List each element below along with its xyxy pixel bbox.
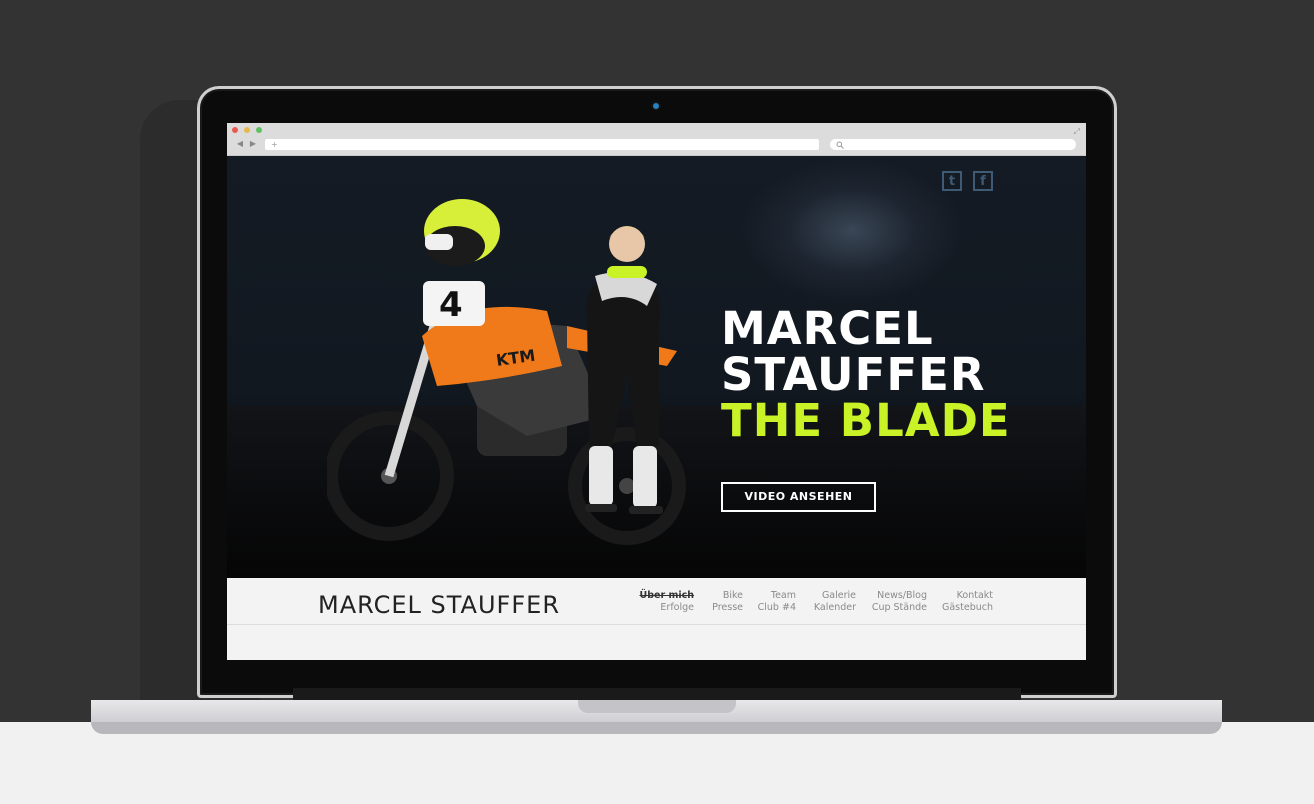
twitter-icon[interactable]: t [942,171,962,191]
menu-group-team: Team Club #4 [743,590,796,614]
close-window-icon[interactable] [232,127,238,133]
forward-icon[interactable]: ▶ [247,139,259,149]
menu-item-bike[interactable]: Bike [694,590,743,602]
laptop-base-lip [91,722,1222,734]
site-navigation: MARCEL STAUFFER Über mich Erfolge Bike P… [227,578,1086,625]
camera-dot [653,103,659,109]
floor [0,722,1314,804]
maximize-window-icon[interactable] [256,127,262,133]
menu-group-contact: Kontakt Gästebuch [927,590,993,614]
menu-group-news: News/Blog Cup Stände [856,590,927,614]
back-icon[interactable]: ◀ [234,139,246,149]
menu-group-bike: Bike Presse [694,590,743,614]
headline-last-name: STAUFFER [721,348,986,401]
hero-section: KTM 4 t f MARCEL STAUFFER THE BLADE VIDE… [227,156,1086,578]
browser-search-input[interactable] [830,139,1076,150]
menu-item-news[interactable]: News/Blog [856,590,927,602]
bike-number: 4 [439,285,463,325]
facebook-icon[interactable]: f [973,171,993,191]
new-tab-icon[interactable]: + [271,140,278,149]
menu-item-team[interactable]: Team [743,590,796,602]
headline-nickname: THE BLADE [721,394,1011,447]
main-menu: Über mich Erfolge Bike Presse Team Club … [635,590,994,614]
menu-group-about: Über mich Erfolge [635,590,695,614]
menu-item-guestbook[interactable]: Gästebuch [927,602,993,614]
watch-video-button[interactable]: VIDEO ANSEHEN [721,482,876,512]
browser-chrome: ◀ ▶ + ⤢ [227,123,1086,156]
menu-item-calendar[interactable]: Kalender [796,602,856,614]
site-logo[interactable]: MARCEL STAUFFER [318,591,560,619]
rider-with-motorbike-image: KTM 4 [327,199,686,545]
laptop-hinge [293,688,1021,700]
laptop-screen: ◀ ▶ + ⤢ KTM 4 t f MARCEL STAUFFER THE BL… [227,123,1086,660]
fullscreen-icon[interactable]: ⤢ [1074,127,1080,137]
menu-item-press[interactable]: Presse [694,602,743,614]
menu-item-contact[interactable]: Kontakt [927,590,993,602]
address-bar[interactable]: + [265,139,819,150]
hero-headline: MARCEL STAUFFER THE BLADE [721,306,1011,444]
menu-item-gallery[interactable]: Galerie [796,590,856,602]
menu-item-about[interactable]: Über mich [635,590,695,602]
search-icon [836,141,844,149]
menu-item-achievements[interactable]: Erfolge [635,602,694,614]
headline-first-name: MARCEL [721,302,934,355]
menu-group-gallery: Galerie Kalender [796,590,856,614]
minimize-window-icon[interactable] [244,127,250,133]
laptop-notch [578,700,736,713]
menu-item-club[interactable]: Club #4 [743,602,796,614]
menu-item-cup-standings[interactable]: Cup Stände [856,602,927,614]
